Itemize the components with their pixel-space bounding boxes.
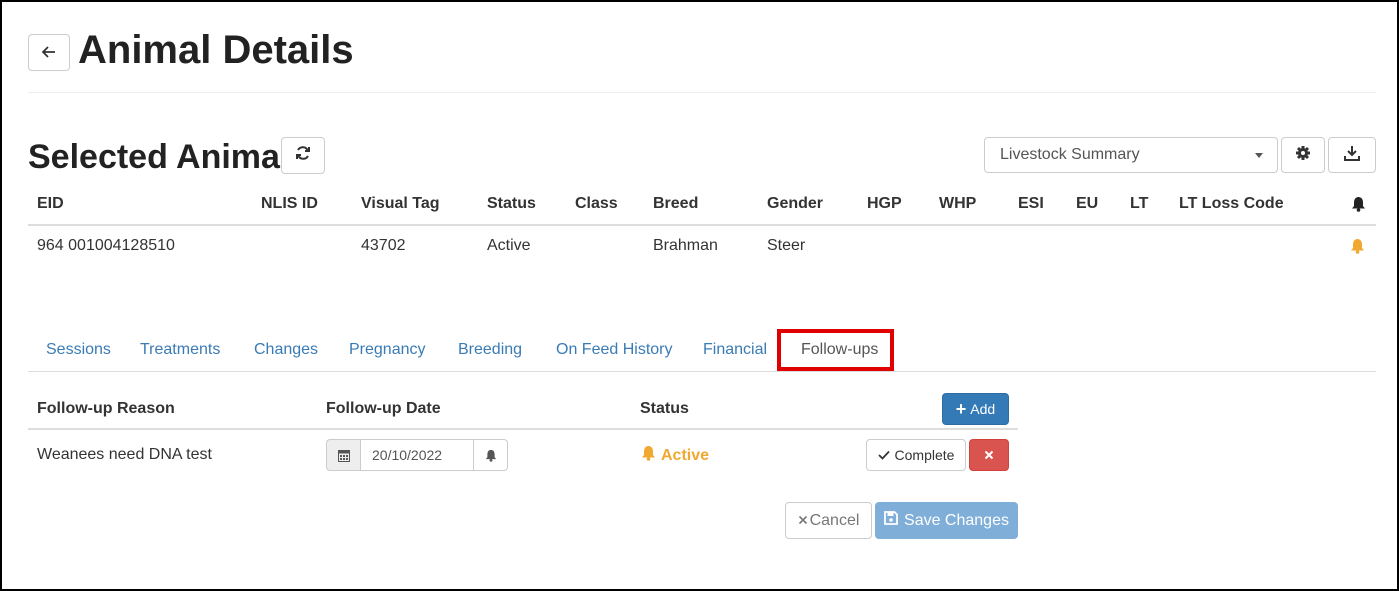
cell-gender: Steer [767, 237, 806, 254]
tab-changes[interactable]: Changes [254, 341, 318, 359]
gear-icon [1295, 145, 1311, 166]
col-status: Status [487, 195, 536, 212]
col-hgp: HGP [867, 195, 902, 212]
follow-up-date-input[interactable]: 20/10/2022 [361, 439, 474, 471]
cell-status: Active [487, 237, 531, 254]
col-breed: Breed [653, 195, 699, 212]
download-icon [1344, 145, 1360, 166]
col-nlis-id: NLIS ID [261, 195, 318, 212]
complete-button-label: Complete [894, 447, 955, 463]
save-button-label: Save Changes [904, 511, 1009, 529]
check-icon [877, 447, 890, 463]
section-title: Selected Animal [28, 138, 290, 176]
col-class: Class [575, 195, 618, 212]
col-eid: EID [37, 195, 64, 212]
back-button[interactable] [28, 34, 70, 71]
follow-up-date-picker[interactable]: 20/10/2022 [326, 439, 508, 471]
follow-up-status-label: Active [661, 446, 710, 464]
delete-follow-up-button[interactable] [969, 439, 1009, 471]
cancel-button[interactable]: Cancel [785, 502, 872, 539]
settings-button[interactable] [1281, 137, 1325, 173]
follow-up-reason: Weanees need DNA test [37, 446, 212, 463]
cancel-button-label: Cancel [809, 511, 860, 529]
chevron-down-icon [1255, 153, 1263, 158]
tab-breeding[interactable]: Breeding [458, 341, 522, 359]
add-button-label: Add [970, 401, 996, 417]
close-icon [984, 447, 994, 464]
save-changes-button[interactable]: Save Changes [875, 502, 1018, 539]
bell-header-icon [1351, 196, 1366, 217]
followups-header-divider [28, 428, 1018, 430]
col-visual-tag: Visual Tag [361, 195, 440, 212]
col-lt-loss-code: LT Loss Code [1179, 195, 1284, 212]
col-follow-up-status: Status [640, 400, 689, 417]
refresh-button[interactable] [281, 137, 325, 174]
arrow-left-icon [41, 42, 56, 63]
complete-button[interactable]: Complete [866, 439, 966, 471]
cell-visual-tag: 43702 [361, 237, 406, 254]
follow-up-status: Active [641, 445, 709, 466]
plus-icon: + [955, 399, 967, 419]
col-gender: Gender [767, 195, 824, 212]
header-divider [28, 92, 1376, 93]
save-icon [884, 511, 898, 530]
add-follow-up-button[interactable]: + Add [942, 393, 1009, 425]
col-follow-up-date: Follow-up Date [326, 400, 441, 417]
page-title: Animal Details [78, 28, 354, 72]
cell-eid: 964 001004128510 [37, 237, 175, 254]
tab-on-feed-history[interactable]: On Feed History [556, 341, 672, 359]
col-follow-up-reason: Follow-up Reason [37, 400, 175, 417]
col-whp: WHP [939, 195, 977, 212]
refresh-icon [295, 145, 311, 166]
summary-select[interactable]: Livestock Summary [984, 137, 1278, 173]
col-eu: EU [1076, 195, 1099, 212]
summary-select-value: Livestock Summary [1000, 146, 1140, 163]
calendar-icon[interactable] [326, 439, 361, 471]
table-header-divider [28, 224, 1376, 226]
col-esi: ESI [1018, 195, 1044, 212]
tab-highlight-box [777, 329, 894, 371]
tab-treatments[interactable]: Treatments [140, 341, 220, 359]
bell-icon[interactable] [1350, 238, 1365, 259]
tab-financial[interactable]: Financial [703, 341, 767, 359]
tab-pregnancy[interactable]: Pregnancy [349, 341, 426, 359]
col-lt: LT [1130, 195, 1149, 212]
tabs-divider [28, 371, 1376, 372]
reminder-bell-icon[interactable] [474, 439, 508, 471]
download-button[interactable] [1328, 137, 1376, 173]
window-frame [0, 0, 1399, 591]
tab-sessions[interactable]: Sessions [46, 341, 111, 359]
cell-breed: Brahman [653, 237, 718, 254]
close-icon [798, 512, 808, 530]
bell-status-icon [641, 445, 656, 466]
